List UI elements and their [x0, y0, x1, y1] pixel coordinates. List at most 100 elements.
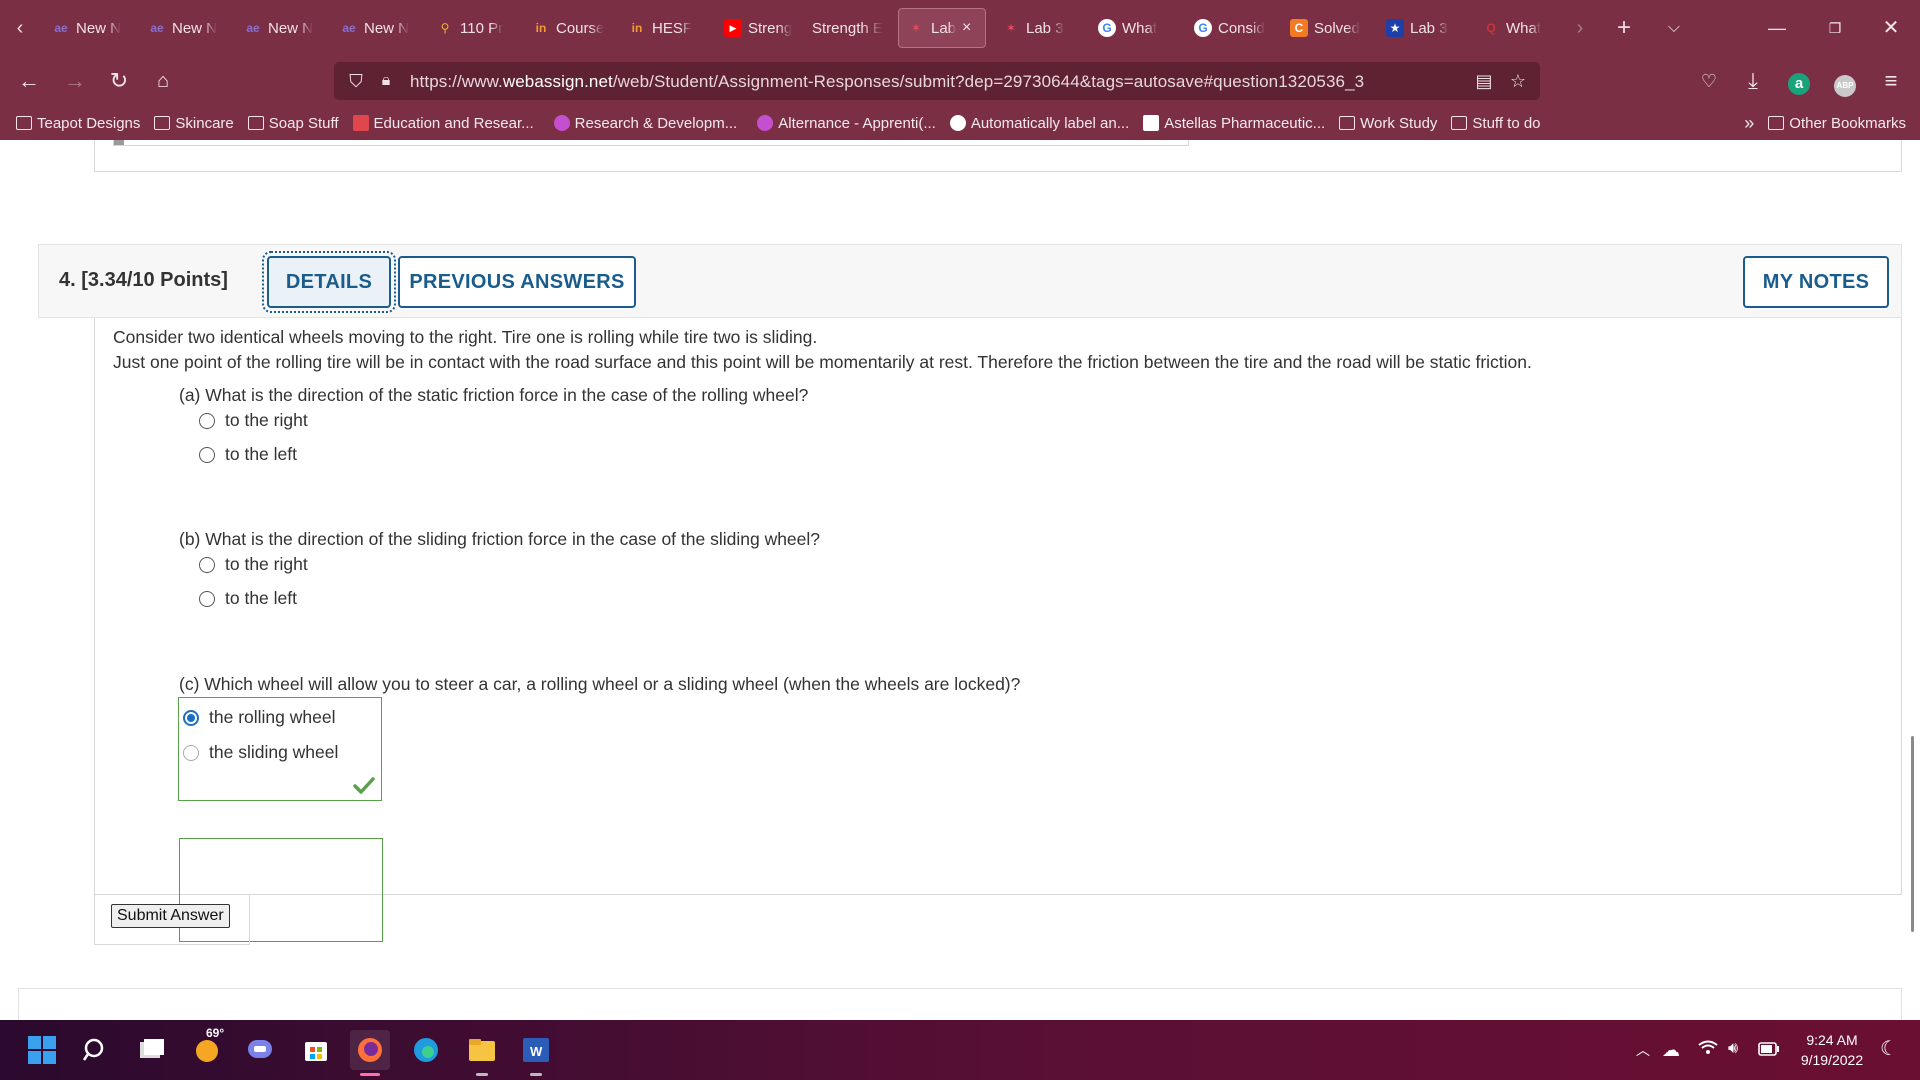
tab[interactable]: ✶ Lab 3: [994, 8, 1086, 48]
download-icon[interactable]: ⤓: [1736, 64, 1770, 98]
bookmark-item[interactable]: Astellas Pharmaceutic...: [1143, 115, 1325, 132]
tab[interactable]: ae New N: [140, 8, 232, 48]
bookmark-item[interactable]: Soap Stuff: [247, 115, 339, 132]
part-b-option-right[interactable]: to the right: [199, 554, 308, 575]
radio-button[interactable]: [199, 446, 215, 463]
firefox-icon[interactable]: [350, 1030, 390, 1076]
bookmark-item[interactable]: Alternance - Apprenti(...: [757, 115, 936, 132]
radio-button[interactable]: [199, 590, 215, 607]
page-content: 4. [3.34/10 Points] DETAILS PREVIOUS ANS…: [0, 140, 1920, 1020]
tab[interactable]: G Consid: [1186, 8, 1278, 48]
map-pin-icon: ⚲: [440, 21, 450, 35]
url-prefix: https://www.: [410, 72, 503, 91]
word-icon[interactable]: W: [516, 1030, 556, 1076]
menu-icon[interactable]: ≡: [1874, 64, 1908, 98]
tab[interactable]: ★ Lab 3: [1378, 8, 1470, 48]
tab[interactable]: in HESF: [620, 8, 712, 48]
submit-answer-button[interactable]: Submit Answer: [111, 904, 230, 928]
reader-view-icon[interactable]: ▤: [1472, 69, 1496, 93]
page-scrollbar[interactable]: [1911, 736, 1914, 932]
next-question-box: [18, 988, 1902, 1020]
radio-button[interactable]: [199, 412, 215, 429]
lock-icon[interactable]: 🔒︎: [374, 69, 398, 93]
chevron-down-icon[interactable]: ⌵: [1660, 12, 1688, 44]
part-b-option-left[interactable]: to the left: [199, 588, 297, 609]
volume-icon[interactable]: 🔊︎: [1728, 1040, 1738, 1058]
bookmark-item[interactable]: Work Study: [1339, 115, 1437, 132]
close-window-icon[interactable]: ✕: [1866, 10, 1916, 46]
tab-active[interactable]: ✶ Lab ×: [898, 8, 986, 48]
tab[interactable]: ae New N: [332, 8, 424, 48]
shield-icon[interactable]: ⛉: [344, 69, 368, 93]
tab[interactable]: ae New N: [236, 8, 328, 48]
notifications-icon[interactable]: ☾: [1880, 1036, 1898, 1061]
correct-answer-frame: [178, 697, 382, 801]
bookmark-item[interactable]: Automatically label an...: [949, 115, 1129, 132]
url-bar[interactable]: ⛉ 🔒︎ https://www.webassign.net/web/Stude…: [334, 62, 1540, 100]
running-indicator: [530, 1073, 542, 1076]
part-a-option-left[interactable]: to the left: [199, 444, 297, 465]
back-icon[interactable]: ←: [12, 64, 46, 98]
edge-icon[interactable]: [406, 1030, 446, 1070]
file-explorer-icon[interactable]: [462, 1030, 502, 1076]
details-button[interactable]: DETAILS: [262, 251, 396, 313]
tab[interactable]: ▶ Streng: [716, 8, 808, 48]
bookmark-star-icon[interactable]: ☆: [1506, 69, 1530, 93]
tab[interactable]: G What: [1090, 8, 1182, 48]
previous-question-box: [94, 140, 1902, 172]
tab[interactable]: ae New N: [44, 8, 136, 48]
folder-icon: [1451, 116, 1468, 130]
previous-answers-button[interactable]: PREVIOUS ANSWERS: [398, 256, 636, 308]
google-icon: G: [1098, 19, 1116, 37]
tab[interactable]: C Solved: [1282, 8, 1374, 48]
windows-start-icon[interactable]: [22, 1030, 62, 1070]
tab[interactable]: in Course: [524, 8, 616, 48]
clock-date: 9/19/2022: [1800, 1052, 1864, 1068]
home-icon[interactable]: ⌂: [146, 64, 180, 98]
tab[interactable]: Q What: [1474, 8, 1566, 48]
battery-icon[interactable]: [1758, 1040, 1780, 1061]
folder-icon: [154, 116, 171, 130]
in-icon: in: [631, 21, 643, 35]
forward-icon[interactable]: →: [58, 64, 92, 98]
radio-button[interactable]: [199, 556, 215, 573]
bookmarks-overflow-icon[interactable]: »: [1744, 113, 1754, 134]
bookmark-item[interactable]: Teapot Designs: [16, 115, 140, 132]
bookmark-item[interactable]: Stuff to do: [1451, 115, 1541, 132]
tab-scroll-left-icon[interactable]: ‹: [6, 12, 34, 44]
bookmark-item[interactable]: Education and Resear...: [352, 115, 534, 132]
svg-text:W: W: [530, 1044, 543, 1059]
tab-scroll-right-icon[interactable]: ›: [1566, 12, 1594, 44]
reload-icon[interactable]: ↻: [102, 64, 136, 98]
minimize-icon[interactable]: —: [1752, 10, 1802, 46]
teams-chat-icon[interactable]: [240, 1030, 280, 1070]
url-text[interactable]: https://www.webassign.net/web/Student/As…: [410, 72, 1364, 92]
task-view-icon[interactable]: [132, 1030, 172, 1070]
bookmark-item[interactable]: Research & Developm...: [553, 115, 737, 132]
tab[interactable]: ⚲ 110 Pr: [428, 8, 520, 48]
adblock-icon[interactable]: ABP: [1828, 64, 1862, 98]
clock[interactable]: 9:24 AM 9/19/2022: [1792, 1030, 1872, 1070]
tab[interactable]: Strength E: [804, 8, 898, 48]
pocket-icon[interactable]: ♡: [1692, 64, 1726, 98]
part-c-prompt: (c) Which wheel will allow you to steer …: [179, 674, 1021, 694]
onedrive-icon[interactable]: ☁: [1662, 1040, 1680, 1061]
part-a-option-right[interactable]: to the right: [199, 410, 308, 431]
new-tab-icon[interactable]: +: [1610, 12, 1638, 44]
other-bookmarks[interactable]: Other Bookmarks: [1768, 115, 1906, 132]
webassign-icon: ✶: [910, 21, 922, 35]
show-hidden-icons-icon[interactable]: ︿: [1636, 1040, 1650, 1060]
amazon-icon[interactable]: a: [1782, 64, 1816, 98]
my-notes-button[interactable]: MY NOTES: [1743, 256, 1889, 308]
youtube-icon: ▶: [724, 19, 742, 37]
search-icon[interactable]: [76, 1030, 116, 1070]
nav-bar: ← → ↻ ⌂ ⛉ 🔒︎ https://www.webassign.net/w…: [0, 58, 1920, 104]
part-b-prompt: (b) What is the direction of the sliding…: [179, 529, 821, 549]
close-tab-icon[interactable]: ×: [962, 19, 971, 37]
abp-badge: ABP: [1834, 75, 1856, 97]
restore-icon[interactable]: ❐: [1810, 10, 1860, 46]
store-icon[interactable]: [296, 1030, 336, 1070]
weather-icon[interactable]: 69°: [188, 1026, 228, 1070]
bookmark-item[interactable]: Skincare: [154, 115, 234, 132]
wifi-icon[interactable]: [1698, 1040, 1718, 1061]
